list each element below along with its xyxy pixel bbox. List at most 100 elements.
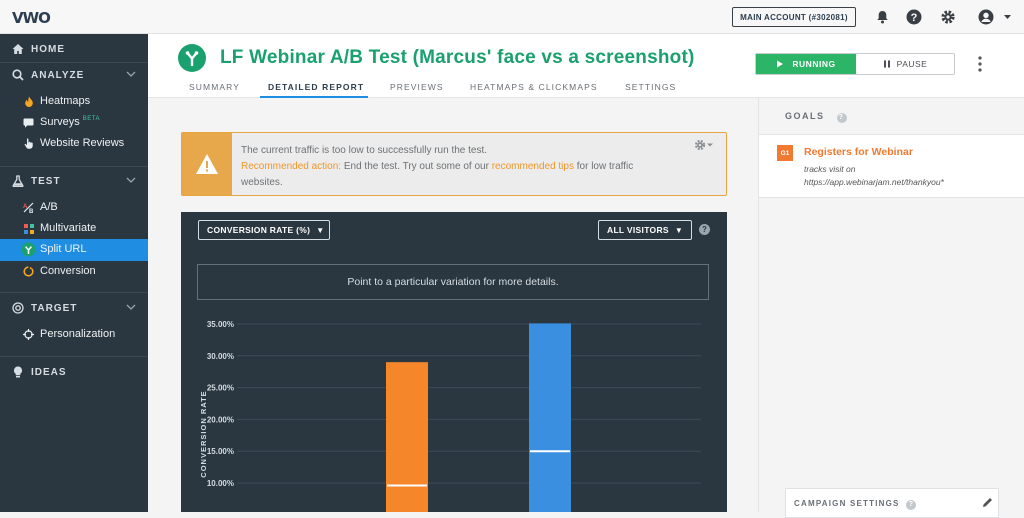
sidebar-item-split-url[interactable]: Split URL [0, 239, 148, 261]
chevron-down-icon[interactable] [126, 302, 136, 315]
caret-down-icon: ▼ [316, 225, 325, 235]
alert-settings-icon[interactable] [694, 139, 714, 154]
alert-message: The current traffic is too low to succes… [241, 143, 661, 191]
sidebar-section-test[interactable]: TEST [0, 169, 148, 193]
sidebar-section-label: TARGET [31, 302, 78, 314]
warning-icon [182, 133, 232, 195]
sidebar-item-label: Surveys [40, 116, 80, 128]
chart-panel: CONVERSION RATE (%) ▼ ALL VISITORS ▼ ? P… [181, 212, 727, 512]
pause-icon [883, 60, 890, 68]
y-axis-label: CONVERSION RATE [199, 390, 208, 477]
sidebar-section-ideas[interactable]: IDEAS [0, 360, 148, 384]
sidebar-item-ab[interactable]: AB A/B [0, 197, 148, 219]
sidebar: HOME ANALYZE Heatmaps Surveys BETA Websit… [0, 34, 148, 512]
variation-bar[interactable] [386, 362, 428, 512]
gear-icon[interactable] [940, 9, 956, 25]
sidebar-item-surveys[interactable]: Surveys BETA [0, 112, 148, 134]
test-header: LF Webinar A/B Test (Marcus' face vs a s… [148, 34, 1024, 99]
sidebar-divider [0, 166, 148, 167]
vwo-logo[interactable]: VWO [12, 9, 51, 27]
sidebar-item-website-reviews[interactable]: Website Reviews [0, 133, 148, 155]
sidebar-item-label: Multivariate [40, 222, 97, 234]
segment-dropdown[interactable]: ALL VISITORS ▼ [598, 220, 692, 240]
tab-detailed-report[interactable]: DETAILED REPORT [268, 82, 364, 92]
help-icon[interactable]: ? [836, 112, 847, 123]
sidebar-section-home[interactable]: HOME [0, 37, 148, 61]
sidebar-item-label: A/B [40, 201, 58, 213]
campaign-settings-title: CAMPAIGN SETTINGS [794, 499, 900, 508]
chevron-down-icon[interactable] [126, 69, 136, 82]
crosshair-icon [23, 329, 34, 340]
pencil-icon[interactable] [982, 497, 993, 511]
y-tick-label: 10.00% [207, 479, 234, 488]
recommended-tips-link[interactable]: recommended tips [492, 161, 574, 172]
sidebar-item-personalization[interactable]: Personalization [0, 324, 148, 346]
recommended-action-label: Recommended action: [241, 161, 342, 172]
running-button[interactable]: RUNNING [756, 54, 856, 74]
flask-icon [12, 175, 24, 187]
sidebar-item-label: Heatmaps [40, 95, 91, 107]
metric-dropdown[interactable]: CONVERSION RATE (%) ▼ [198, 220, 330, 240]
sidebar-section-analyze[interactable]: ANALYZE [0, 63, 148, 87]
goals-title: GOALS [785, 111, 825, 121]
sidebar-divider [0, 292, 148, 293]
sidebar-section-label: ANALYZE [31, 69, 85, 81]
y-tick-label: 20.00% [207, 415, 234, 424]
chevron-down-icon[interactable] [126, 175, 136, 188]
pause-label: PAUSE [896, 59, 928, 69]
more-options-icon[interactable] [974, 56, 986, 76]
recommended-action-text: End the test. Try out some of our [341, 161, 492, 172]
play-icon [777, 60, 784, 68]
low-traffic-alert: The current traffic is too low to succes… [181, 132, 727, 196]
sidebar-section-label: TEST [31, 175, 61, 187]
grid-icon [23, 223, 34, 234]
sidebar-item-label: Website Reviews [40, 137, 125, 149]
tab-heatmaps-clickmaps[interactable]: HEATMAPS & CLICKMAPS [470, 82, 598, 92]
tab-summary[interactable]: SUMMARY [189, 82, 240, 92]
svg-text:A: A [23, 204, 28, 210]
target-icon [12, 302, 24, 314]
sidebar-item-label-wrap: Surveys BETA [40, 116, 100, 128]
report-content: The current traffic is too low to succes… [148, 98, 758, 512]
y-tick-label: 30.00% [207, 352, 234, 361]
survey-icon [23, 117, 34, 128]
home-icon [12, 43, 24, 55]
variation-bar[interactable] [529, 323, 571, 512]
sidebar-item-label: Personalization [40, 328, 116, 340]
goals-heading: GOALS ? [759, 98, 1024, 134]
goal-desc-line1: tracks visit on [804, 164, 856, 174]
top-bar: VWO MAIN ACCOUNT (#302081) ? [0, 0, 1024, 34]
account-selector[interactable]: MAIN ACCOUNT (#302081) [732, 7, 856, 27]
caret-down-icon: ▼ [674, 225, 684, 235]
split-icon [21, 242, 36, 257]
lightbulb-icon [12, 366, 24, 378]
goal-card[interactable]: G1 Registers for Webinar tracks visit on… [759, 134, 1024, 198]
goal-badge: G1 [777, 145, 793, 161]
tab-settings[interactable]: SETTINGS [625, 82, 676, 92]
sidebar-item-conversion[interactable]: Conversion [0, 261, 148, 283]
bell-icon[interactable] [874, 9, 890, 25]
help-icon[interactable]: ? [906, 9, 922, 25]
running-label: RUNNING [792, 59, 836, 69]
sidebar-divider [0, 356, 148, 357]
beta-badge: BETA [82, 116, 100, 123]
flame-icon [23, 96, 34, 107]
sidebar-item-heatmaps[interactable]: Heatmaps [0, 91, 148, 113]
run-pause-toggle: RUNNING PAUSE [755, 53, 955, 75]
pause-button[interactable]: PAUSE [856, 54, 954, 74]
campaign-settings-label: CAMPAIGN SETTINGS ? [794, 499, 917, 510]
help-icon[interactable]: ? [699, 224, 710, 235]
sidebar-section-target[interactable]: TARGET [0, 296, 148, 320]
svg-text:?: ? [911, 12, 918, 24]
user-avatar-icon[interactable] [977, 9, 1013, 25]
y-tick-label: 25.00% [207, 384, 234, 393]
tab-previews[interactable]: PREVIEWS [390, 82, 444, 92]
help-icon[interactable]: ? [906, 499, 917, 510]
campaign-settings[interactable]: CAMPAIGN SETTINGS ? [785, 488, 999, 518]
y-tick-label: 35.00% [207, 320, 234, 329]
goal-name[interactable]: Registers for Webinar [804, 146, 913, 158]
y-tick-label: 15.00% [207, 447, 234, 456]
goals-panel: GOALS ? G1 Registers for Webinar tracks … [758, 98, 1024, 518]
svg-text:B: B [29, 209, 34, 213]
sidebar-item-multivariate[interactable]: Multivariate [0, 218, 148, 240]
